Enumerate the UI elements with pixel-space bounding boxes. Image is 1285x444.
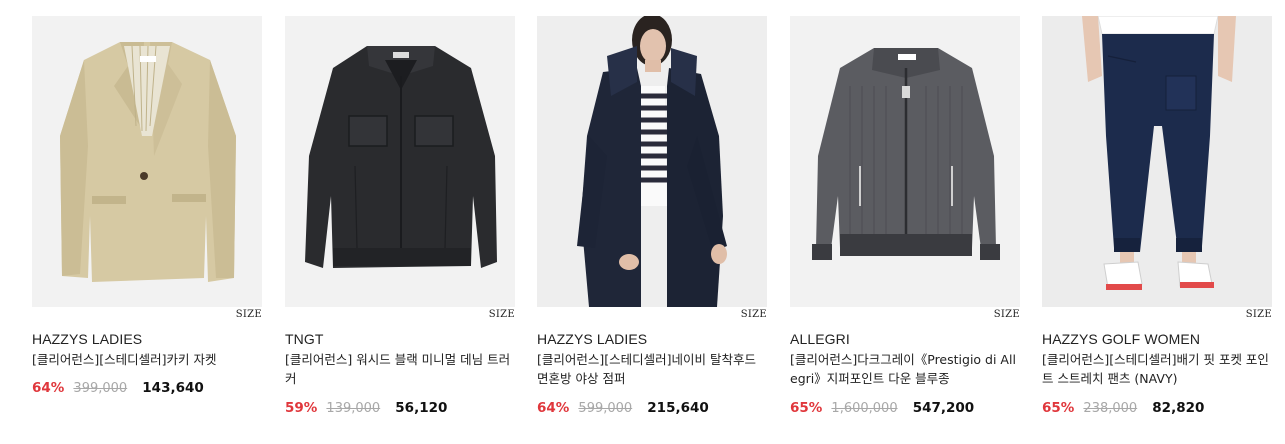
- original-price: 599,000: [578, 401, 633, 416]
- price-row: 65% 238,000 82,820: [1042, 397, 1204, 416]
- navy-pants-icon[interactable]: [1042, 16, 1272, 307]
- price-row: 64% 399,000 143,640: [32, 377, 204, 396]
- size-label[interactable]: SIZE: [994, 309, 1020, 320]
- product-title[interactable]: [클리어런스] 워시드 블랙 미니멀 데님 트러커: [285, 350, 515, 388]
- product-brand: TNGT: [285, 331, 324, 347]
- discount-rate: 59%: [285, 400, 318, 416]
- product-brand: HAZZYS LADIES: [32, 331, 143, 347]
- price-row: 59% 139,000 56,120: [285, 397, 447, 416]
- product-card[interactable]: SIZE TNGT [클리어런스] 워시드 블랙 미니멀 데님 트러커 59% …: [285, 16, 515, 416]
- navy-hooded-parka-icon[interactable]: [537, 16, 767, 307]
- final-price: 547,200: [912, 400, 975, 416]
- final-price: 215,640: [647, 400, 709, 416]
- discount-rate: 64%: [32, 380, 65, 396]
- final-price: 56,120: [395, 400, 448, 416]
- discount-rate: 65%: [1042, 400, 1075, 416]
- final-price: 143,640: [142, 380, 204, 396]
- price-row: 64% 599,000 215,640: [537, 397, 709, 416]
- black-denim-jacket-icon[interactable]: [285, 16, 515, 307]
- size-label[interactable]: SIZE: [741, 309, 767, 320]
- product-title[interactable]: [클리어런스][스테디셀러]네이비 탈착후드 면혼방 야상 점퍼: [537, 350, 767, 388]
- product-title[interactable]: [클리어런스][스테디셀러]카키 자켓: [32, 350, 262, 369]
- price-row: 65% 1,600,000 547,200: [790, 397, 974, 416]
- size-label[interactable]: SIZE: [1246, 309, 1272, 320]
- discount-rate: 64%: [537, 400, 570, 416]
- grey-zip-blouson-icon[interactable]: [790, 16, 1020, 307]
- product-title[interactable]: [클리어런스]다크그레이《Prestigio di Allegri》지퍼포인트 …: [790, 350, 1020, 388]
- product-grid: SIZE HAZZYS LADIES [클리어런스][스테디셀러]카키 자켓 6…: [0, 0, 1285, 444]
- product-title[interactable]: [클리어런스][스테디셀러]배기 핏 포켓 포인트 스트레치 팬츠 (NAVY): [1042, 350, 1272, 388]
- product-card[interactable]: SIZE ALLEGRI [클리어런스]다크그레이《Prestigio di A…: [790, 16, 1020, 416]
- original-price: 1,600,000: [831, 401, 898, 416]
- product-brand: HAZZYS LADIES: [537, 331, 648, 347]
- original-price: 238,000: [1083, 401, 1138, 416]
- size-label[interactable]: SIZE: [236, 309, 262, 320]
- original-price: 399,000: [73, 381, 128, 396]
- discount-rate: 65%: [790, 400, 823, 416]
- product-brand: HAZZYS GOLF WOMEN: [1042, 331, 1201, 347]
- original-price: 139,000: [326, 401, 381, 416]
- beige-blazer-icon[interactable]: [32, 16, 262, 307]
- product-card[interactable]: SIZE HAZZYS LADIES [클리어런스][스테디셀러]카키 자켓 6…: [32, 16, 262, 396]
- product-brand: ALLEGRI: [790, 331, 850, 347]
- final-price: 82,820: [1152, 400, 1205, 416]
- product-card[interactable]: SIZE HAZZYS LADIES [클리어런스][스테디셀러]네이비 탈착후…: [537, 16, 767, 416]
- size-label[interactable]: SIZE: [489, 309, 515, 320]
- product-card[interactable]: SIZE HAZZYS GOLF WOMEN [클리어런스][스테디셀러]배기 …: [1042, 16, 1272, 416]
